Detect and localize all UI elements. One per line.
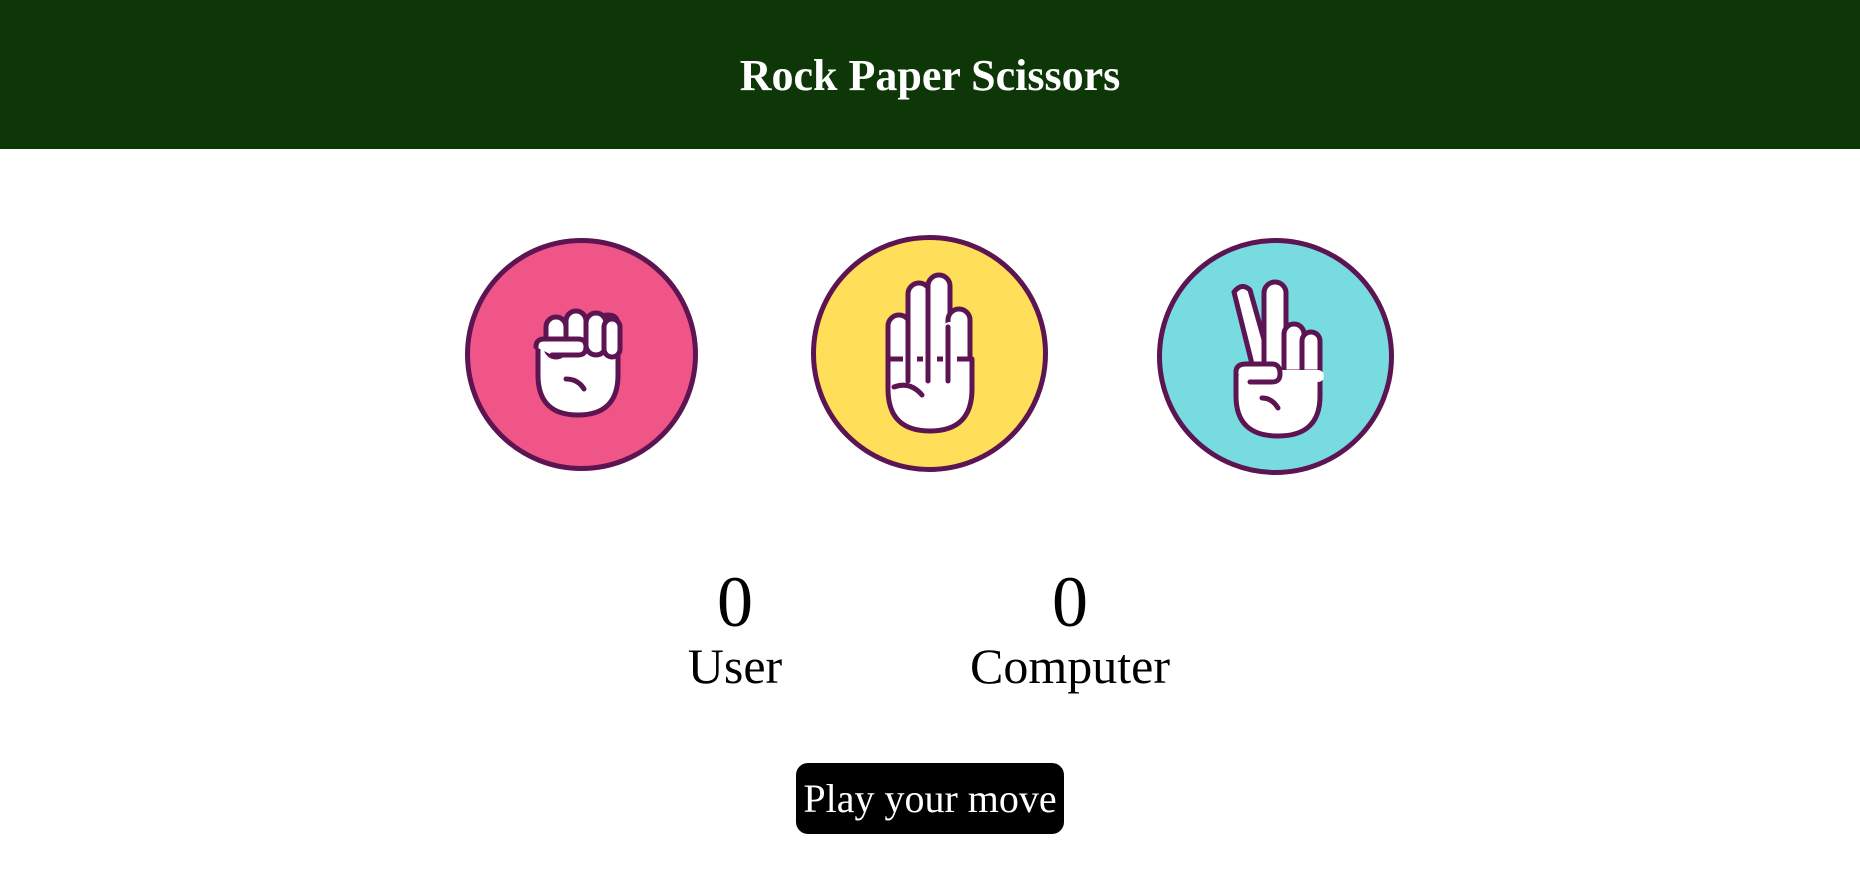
user-score-value: 0 (717, 562, 753, 642)
scissors-choice-button[interactable] (1157, 238, 1394, 475)
computer-score-value: 0 (1052, 562, 1088, 642)
computer-score: 0 Computer (950, 566, 1190, 694)
user-score: 0 User (660, 566, 810, 694)
result-message: Play your move (796, 763, 1064, 834)
rock-choice-button[interactable] (465, 238, 698, 471)
page-title: Rock Paper Scissors (739, 51, 1121, 100)
user-score-label: User (687, 638, 783, 694)
header-bar: Rock Paper Scissors (0, 0, 1860, 149)
rock-fist-icon (533, 308, 622, 417)
paper-hand-icon (885, 272, 974, 433)
paper-choice-button[interactable] (811, 235, 1048, 472)
scissors-hand-icon (1231, 279, 1324, 438)
computer-score-label: Computer (970, 638, 1170, 694)
